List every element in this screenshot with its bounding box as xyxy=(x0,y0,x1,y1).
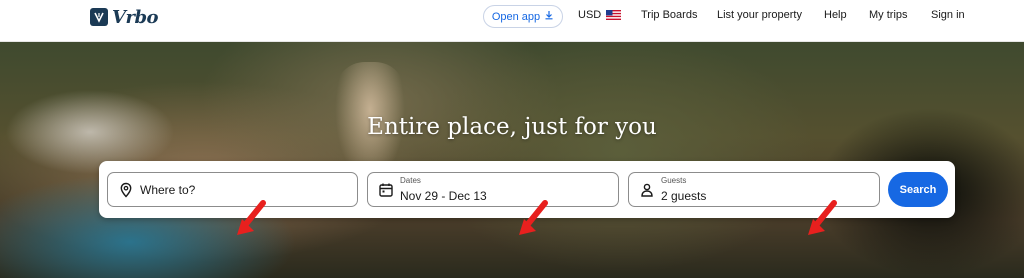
open-app-button[interactable]: Open app xyxy=(483,5,563,28)
download-icon xyxy=(544,10,554,23)
search-button[interactable]: Search xyxy=(888,172,948,207)
nav-sign-in[interactable]: Sign in xyxy=(931,9,965,21)
dates-label: Dates xyxy=(400,176,421,185)
currency-selector[interactable]: USD xyxy=(578,9,622,21)
logo-mark-icon xyxy=(90,8,108,26)
nav-trip-boards[interactable]: Trip Boards xyxy=(641,9,697,21)
dates-value: Nov 29 - Dec 13 xyxy=(400,189,487,203)
destination-input[interactable]: Where to? xyxy=(107,172,358,207)
guests-field[interactable]: Guests 2 guests xyxy=(628,172,880,207)
hero-banner: Entire place, just for you xyxy=(0,42,1024,278)
nav-help[interactable]: Help xyxy=(824,9,847,21)
red-arrow-annotation xyxy=(519,200,548,235)
nav-list-your-property[interactable]: List your property xyxy=(717,9,802,21)
vrbo-logo[interactable]: Vrbo xyxy=(90,6,159,28)
red-arrow-annotation xyxy=(237,200,266,235)
guests-value: 2 guests xyxy=(661,189,707,203)
guests-label: Guests xyxy=(661,176,687,185)
dates-field[interactable]: Dates Nov 29 - Dec 13 xyxy=(367,172,619,207)
currency-label: USD xyxy=(578,9,602,21)
red-arrow-annotation xyxy=(808,200,837,235)
location-pin-icon xyxy=(118,182,134,198)
open-app-label: Open app xyxy=(491,10,541,23)
destination-placeholder: Where to? xyxy=(140,183,196,197)
calendar-icon xyxy=(378,182,394,198)
top-navigation-bar: Vrbo Open app USD Trip Boards List your … xyxy=(0,0,1024,42)
logo-text: Vrbo xyxy=(112,6,159,28)
hero-title: Entire place, just for you xyxy=(367,114,657,140)
nav-my-trips[interactable]: My trips xyxy=(869,9,908,21)
person-icon xyxy=(639,182,655,198)
us-flag-icon xyxy=(606,10,622,20)
